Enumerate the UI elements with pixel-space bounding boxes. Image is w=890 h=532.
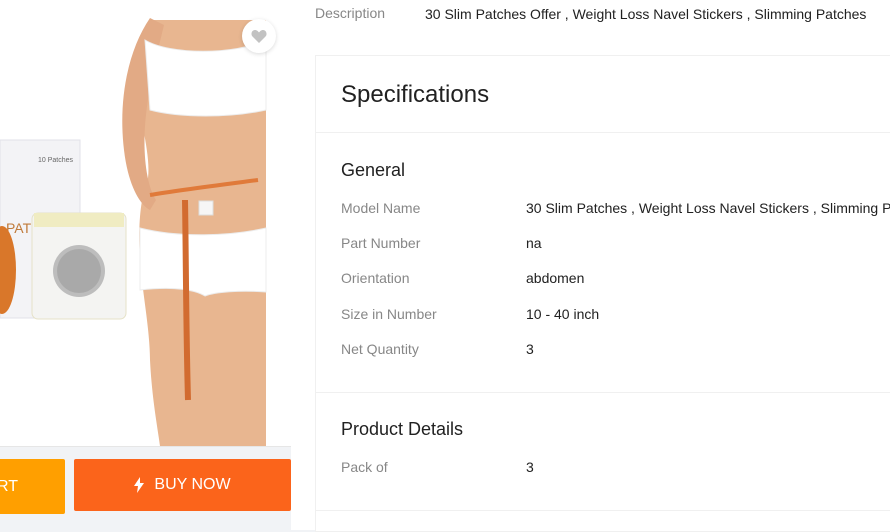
- spec-value: 30 Slim Patches , Weight Loss Navel Stic…: [526, 200, 890, 216]
- spec-key: Part Number: [341, 235, 421, 251]
- lightning-icon: [134, 477, 145, 493]
- buy-now-button[interactable]: BUY NOW: [74, 459, 291, 511]
- spec-value: 3: [526, 459, 534, 475]
- divider: [316, 510, 890, 511]
- add-to-cart-label: RT: [0, 477, 18, 495]
- spec-key: Orientation: [341, 270, 410, 286]
- spec-value: abdomen: [526, 270, 585, 286]
- specifications-card: Specifications General Model Name 30 Sli…: [315, 55, 890, 532]
- product-details-section-title: Product Details: [341, 419, 464, 439]
- spec-key: Pack of: [341, 459, 388, 475]
- specifications-title: Specifications: [341, 81, 490, 108]
- description-value: 30 Slim Patches Offer , Weight Loss Nave…: [425, 6, 867, 22]
- divider: [316, 132, 890, 133]
- product-image-panel[interactable]: 10 Patches PATC: [0, 0, 292, 447]
- general-section-title: General: [341, 160, 406, 180]
- description-label: Description: [315, 5, 386, 21]
- spec-value: 10 - 40 inch: [526, 306, 600, 322]
- spec-value: na: [526, 235, 542, 251]
- spec-key: Model Name: [341, 200, 421, 216]
- divider: [316, 392, 890, 393]
- spec-value: 3: [526, 341, 534, 357]
- spec-key: Net Quantity: [341, 341, 419, 357]
- box-label: 10 Patches: [38, 157, 74, 164]
- spec-key: Size in Number: [341, 306, 437, 322]
- add-to-cart-button[interactable]: RT: [0, 459, 65, 514]
- buy-now-label: BUY NOW: [154, 476, 231, 493]
- wishlist-button[interactable]: [242, 19, 276, 53]
- heart-icon: [251, 30, 267, 43]
- product-image: 10 Patches PATC: [0, 0, 291, 446]
- product-details-pane: Description 30 Slim Patches Offer , Weig…: [291, 0, 890, 532]
